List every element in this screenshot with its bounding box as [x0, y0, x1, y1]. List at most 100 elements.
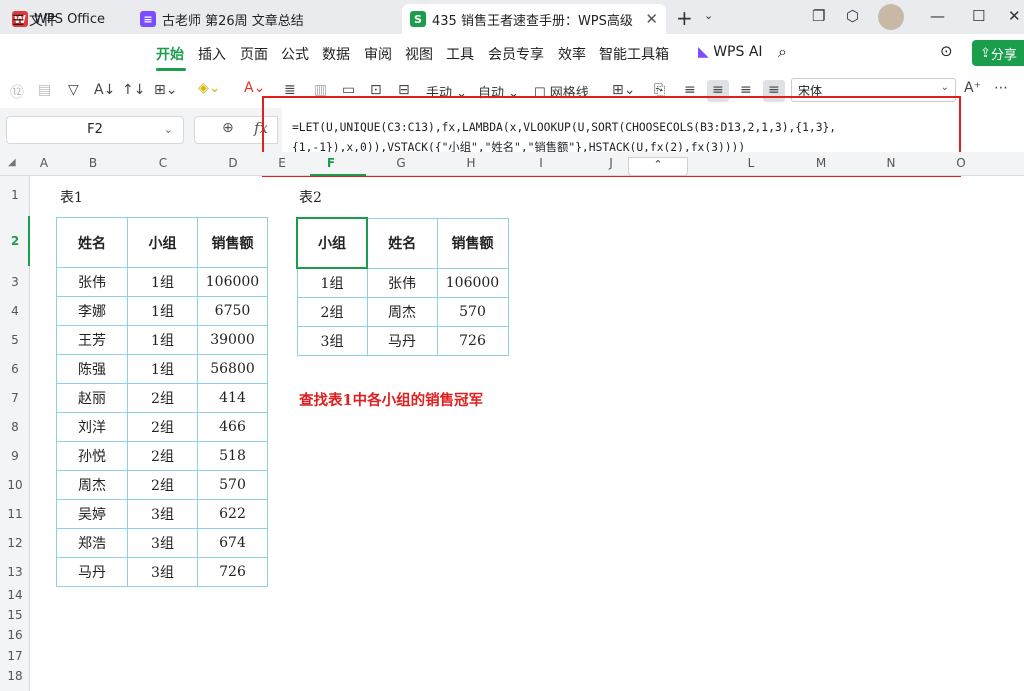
table-cell[interactable]: 赵丽: [56, 383, 128, 413]
menu-tools[interactable]: 工具: [446, 44, 474, 64]
table2-header-cell[interactable]: 销售额: [436, 217, 509, 269]
number-format-icon[interactable]: ⑫: [10, 82, 24, 102]
row-header-18[interactable]: 18: [0, 669, 30, 683]
row-header-1[interactable]: 1: [0, 188, 30, 202]
paste-icon[interactable]: ▤: [38, 82, 51, 98]
row-header-6[interactable]: 6: [0, 362, 30, 376]
table2-header-cell[interactable]: 姓名: [366, 217, 438, 269]
table-cell[interactable]: 1组: [296, 267, 368, 298]
menu-home[interactable]: 开始: [156, 44, 184, 64]
table-cell[interactable]: 3组: [127, 528, 198, 558]
row-header-12[interactable]: 12: [0, 536, 30, 550]
col-header-m[interactable]: M: [786, 156, 856, 170]
table-cell[interactable]: 674: [197, 528, 268, 558]
filter-icon[interactable]: ▽: [68, 82, 79, 98]
table-cell[interactable]: 56800: [197, 354, 268, 384]
col-header-d[interactable]: D: [198, 156, 268, 170]
menu-view[interactable]: 视图: [405, 44, 433, 64]
table2-caption[interactable]: 表2: [299, 187, 322, 207]
table-cell[interactable]: 622: [197, 499, 268, 529]
sort-desc-icon[interactable]: ↑↓: [122, 82, 145, 98]
more-icon[interactable]: ⋯: [994, 80, 1008, 96]
col-header-l[interactable]: L: [716, 156, 786, 170]
row-header-4[interactable]: 4: [0, 304, 30, 318]
table-cell[interactable]: 414: [197, 383, 268, 413]
table1-caption[interactable]: 表1: [60, 187, 83, 207]
table-cell[interactable]: 张伟: [366, 267, 438, 298]
col-header-f[interactable]: F: [296, 156, 366, 170]
table-cell[interactable]: 39000: [197, 325, 268, 355]
table-cell[interactable]: 570: [436, 296, 509, 327]
table-cell[interactable]: 466: [197, 412, 268, 442]
cube-icon[interactable]: ⬡: [846, 7, 859, 25]
row-header-5[interactable]: 5: [0, 333, 30, 347]
zoom-icon[interactable]: ⊕: [222, 120, 234, 136]
row-header-17[interactable]: 17: [0, 649, 30, 663]
table-cell[interactable]: 6750: [197, 296, 268, 326]
col-header-g[interactable]: G: [366, 156, 436, 170]
table-cell[interactable]: 3组: [296, 325, 368, 356]
minimize-icon[interactable]: —: [930, 7, 945, 25]
row-header-14[interactable]: 14: [0, 588, 30, 602]
table-cell[interactable]: 106000: [436, 267, 509, 298]
col-header-o[interactable]: O: [926, 156, 996, 170]
col-header-e[interactable]: E: [268, 156, 296, 170]
chevron-down-icon[interactable]: ⌄: [704, 9, 713, 22]
sort-asc-icon[interactable]: A↓: [94, 82, 115, 98]
col-header-h[interactable]: H: [436, 156, 506, 170]
row-header-2[interactable]: 2: [0, 234, 30, 248]
table-cell[interactable]: 1组: [127, 296, 198, 326]
row-header-16[interactable]: 16: [0, 628, 30, 642]
menu-review[interactable]: 审阅: [364, 44, 392, 64]
table-cell[interactable]: 2组: [296, 296, 368, 327]
table-cell[interactable]: 周杰: [56, 470, 128, 500]
table-cell[interactable]: 726: [197, 557, 268, 587]
table1-header-cell[interactable]: 姓名: [56, 217, 128, 268]
menu-efficiency[interactable]: 效率: [558, 44, 586, 64]
row-header-8[interactable]: 8: [0, 420, 30, 434]
annotation-note[interactable]: 查找表1中各小组的销售冠军: [299, 389, 483, 410]
maximize-icon[interactable]: ☐: [972, 7, 985, 25]
table-cell[interactable]: 2组: [127, 412, 198, 442]
table-cell[interactable]: 518: [197, 441, 268, 471]
row-header-13[interactable]: 13: [0, 565, 30, 579]
row-header-7[interactable]: 7: [0, 391, 30, 405]
selected-cell-f2[interactable]: 小组: [296, 217, 368, 269]
menu-wps-ai[interactable]: ◣ WPS AI: [698, 44, 763, 60]
add-tab-icon[interactable]: +: [676, 6, 693, 30]
table1-header-cell[interactable]: 销售额: [197, 217, 268, 268]
table-cell[interactable]: 张伟: [56, 267, 128, 297]
window-restore-icon[interactable]: ❐: [812, 7, 825, 25]
cloud-sync-icon[interactable]: ⊙: [940, 42, 953, 60]
menu-file[interactable]: ☰ 文件: [12, 10, 57, 30]
avatar[interactable]: [878, 4, 904, 30]
table-cell[interactable]: 1组: [127, 325, 198, 355]
menu-page[interactable]: 页面: [240, 44, 268, 64]
select-all-icon[interactable]: ◢: [8, 157, 16, 168]
table-cell[interactable]: 孙悦: [56, 441, 128, 471]
table-cell[interactable]: 马丹: [56, 557, 128, 587]
font-color-icon[interactable]: A⌄: [244, 80, 265, 96]
table-cell[interactable]: 2组: [127, 383, 198, 413]
search-icon[interactable]: ⌕: [778, 42, 787, 62]
table-cell[interactable]: 3组: [127, 499, 198, 529]
menu-smart-toolbox[interactable]: 智能工具箱: [599, 44, 669, 64]
table-cell[interactable]: 726: [436, 325, 509, 356]
row-header-15[interactable]: 15: [0, 608, 30, 622]
col-header-i[interactable]: I: [506, 156, 576, 170]
col-header-b[interactable]: B: [58, 156, 128, 170]
border-icon[interactable]: ⊞⌄: [154, 82, 177, 98]
table-cell[interactable]: 2组: [127, 470, 198, 500]
row-header-3[interactable]: 3: [0, 275, 30, 289]
table-cell[interactable]: 570: [197, 470, 268, 500]
close-window-icon[interactable]: ✕: [1008, 7, 1021, 25]
menu-data[interactable]: 数据: [322, 44, 350, 64]
tab-doc[interactable]: ≡ 古老师 第26周 文章总结: [132, 4, 398, 34]
table-cell[interactable]: 2组: [127, 441, 198, 471]
table-cell[interactable]: 王芳: [56, 325, 128, 355]
col-header-a[interactable]: A: [30, 156, 58, 170]
tab-spreadsheet-active[interactable]: S 435 销售王者速查手册：WPS高级 ✕: [402, 4, 666, 34]
table-cell[interactable]: 李娜: [56, 296, 128, 326]
table-cell[interactable]: 106000: [197, 267, 268, 297]
table-cell[interactable]: 马丹: [366, 325, 438, 356]
